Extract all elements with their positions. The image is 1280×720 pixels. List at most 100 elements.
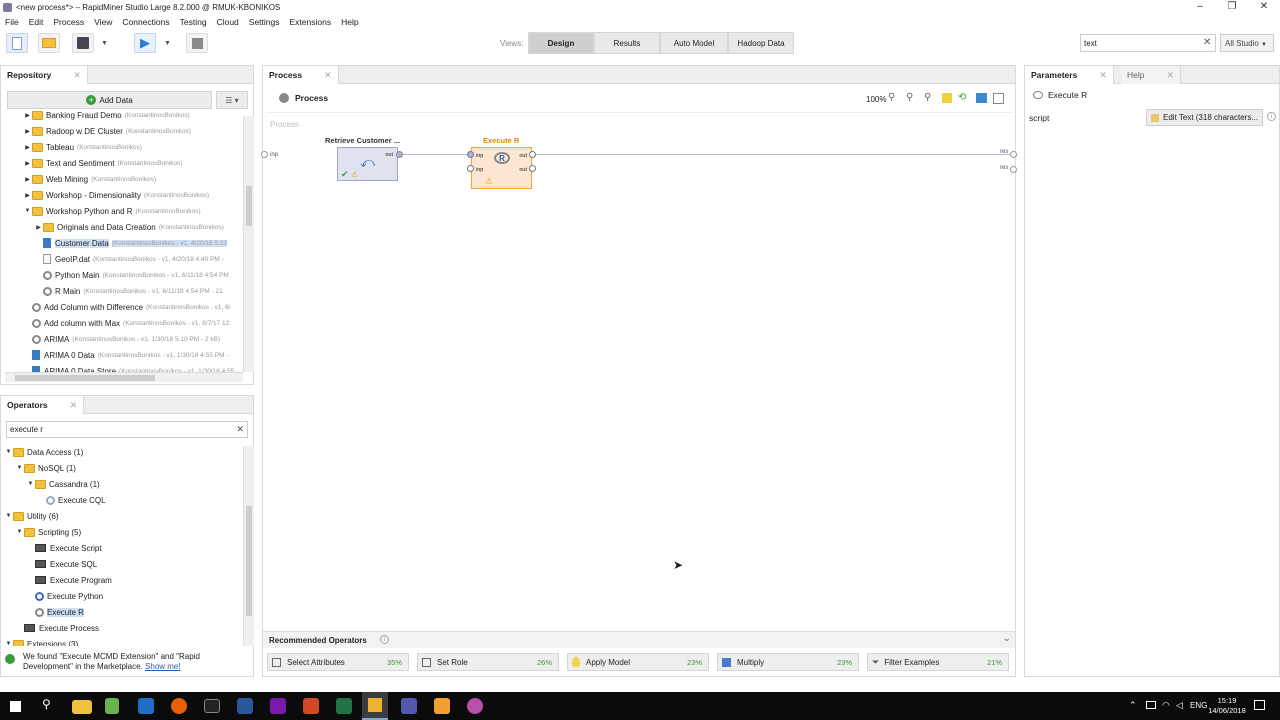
network-icon[interactable]: [1146, 701, 1156, 709]
app-icon[interactable]: [434, 698, 450, 714]
operator-tree-item[interactable]: Execute Script: [4, 540, 242, 556]
menu-testing[interactable]: Testing: [175, 15, 212, 29]
op-execute-r-inp-port-2[interactable]: [467, 165, 474, 172]
terminal-icon[interactable]: [204, 699, 220, 713]
tab-operators[interactable]: Operators ✕: [1, 396, 85, 414]
operator-tree-item[interactable]: ▼ Cassandra (1): [4, 476, 242, 492]
repository-item[interactable]: ARIMA (KonstantinosBonikos - v1, 1/30/18 …: [4, 331, 242, 347]
menu-connections[interactable]: Connections: [117, 15, 174, 29]
notepad-icon[interactable]: [105, 698, 119, 714]
repository-scrollbar[interactable]: [243, 116, 254, 372]
menu-process[interactable]: Process: [48, 15, 89, 29]
repository-item[interactable]: ▶ Text and Sentiment (KonstantinosBonikos): [4, 155, 242, 171]
recommended-item-apply-model[interactable]: Apply Model 23%: [567, 653, 709, 671]
collapse-arrow-icon[interactable]: ▼: [23, 208, 32, 214]
teams-icon[interactable]: [401, 698, 417, 714]
repository-item[interactable]: ARIMA 0 Data Store (KonstantinosBonikos -…: [4, 363, 242, 372]
clear-search-icon[interactable]: ✕: [236, 424, 244, 435]
auto-wire-icon[interactable]: ⟲: [958, 92, 970, 104]
save-icon[interactable]: [72, 33, 94, 53]
file-explorer-icon[interactable]: [72, 700, 92, 714]
expand-icon[interactable]: [993, 93, 1004, 104]
collapse-arrow-icon[interactable]: ▼: [26, 481, 35, 487]
repository-item[interactable]: Python Main (KonstantinosBonikos - v1, 6/…: [4, 267, 242, 283]
operator-tree-item[interactable]: Execute Program: [4, 572, 242, 588]
repository-hscrollbar[interactable]: [5, 372, 243, 382]
zoom-in-icon[interactable]: ⚲: [888, 92, 900, 104]
wifi-icon[interactable]: ◠: [1162, 700, 1170, 711]
close-icon[interactable]: ✕: [1248, 0, 1280, 15]
rapidminer-taskbar-icon[interactable]: [362, 692, 388, 720]
process-canvas[interactable]: [266, 112, 1014, 629]
run-icon[interactable]: ▶: [134, 33, 156, 53]
connection-line[interactable]: [402, 154, 472, 155]
operator-tree-item[interactable]: Execute Python: [4, 588, 242, 604]
repository-item[interactable]: ▶ Originals and Data Creation (Konstantino…: [4, 219, 242, 235]
clock-date[interactable]: 14/06/2018: [1200, 706, 1254, 715]
clear-search-icon[interactable]: ✕: [1203, 37, 1211, 48]
repository-item[interactable]: Customer Data (KonstantinosBonikos - v1, …: [4, 235, 242, 251]
collapse-arrow-icon[interactable]: ▼: [15, 529, 24, 535]
process-input-port[interactable]: [261, 151, 268, 158]
run-dropdown-icon[interactable]: ▼: [164, 40, 171, 47]
repository-item[interactable]: ▶ Radoop w DE Cluster (KonstantinosBonikos…: [4, 123, 242, 139]
excel-icon[interactable]: [336, 698, 352, 714]
repository-item[interactable]: ▶ Tableau (KonstantinosBonikos): [4, 139, 242, 155]
zoom-out-icon[interactable]: ⚲: [906, 92, 918, 104]
menu-settings[interactable]: Settings: [244, 15, 285, 29]
operator-tree-item[interactable]: Execute CQL: [4, 492, 242, 508]
op-execute-r-inp-port[interactable]: [467, 151, 474, 158]
expand-arrow-icon[interactable]: ▶: [23, 176, 32, 183]
powerpoint-icon[interactable]: [303, 698, 319, 714]
add-note-icon[interactable]: [942, 93, 952, 103]
tab-help[interactable]: Help ✕: [1121, 66, 1182, 84]
collapse-chevron-icon[interactable]: ⌄: [1003, 633, 1011, 644]
process-result-port-2[interactable]: [1010, 166, 1017, 173]
operator-tree-item[interactable]: ▼ Extensions (3): [4, 636, 242, 646]
zoom-fit-icon[interactable]: ⚲: [924, 92, 936, 104]
close-icon[interactable]: ✕: [73, 70, 81, 80]
info-icon[interactable]: i: [1267, 112, 1276, 121]
operators-scrollbar[interactable]: [243, 446, 254, 646]
op-execute-r-out-port[interactable]: [529, 151, 536, 158]
repository-item[interactable]: ▶ Banking Fraud Demo (KonstantinosBonikos): [4, 110, 242, 123]
view-design-button[interactable]: Design: [528, 32, 594, 54]
recommended-item-filter-examples[interactable]: ⏷ Filter Examples 21%: [867, 653, 1009, 671]
clock-time[interactable]: 15:19: [1212, 696, 1242, 705]
tab-repository[interactable]: Repository ✕: [1, 66, 88, 84]
operator-tree-item[interactable]: ▼ NoSQL (1): [4, 460, 242, 476]
collapse-arrow-icon[interactable]: ▼: [4, 641, 13, 646]
op-retrieve-out-port[interactable]: [396, 151, 403, 158]
info-icon[interactable]: i: [380, 635, 389, 644]
operator-tree-item[interactable]: ▼ Utility (6): [4, 508, 242, 524]
menu-file[interactable]: File: [0, 15, 24, 29]
menu-cloud[interactable]: Cloud: [212, 15, 244, 29]
settings-icon[interactable]: [467, 698, 483, 714]
firefox-icon[interactable]: [171, 698, 187, 714]
volume-icon[interactable]: ◁: [1176, 700, 1183, 711]
expand-arrow-icon[interactable]: ▶: [23, 160, 32, 167]
outlook-icon[interactable]: [138, 698, 154, 714]
process-result-port[interactable]: [1010, 151, 1017, 158]
expand-arrow-icon[interactable]: ▶: [23, 128, 32, 135]
close-icon[interactable]: ✕: [70, 400, 78, 410]
save-dropdown-icon[interactable]: ▼: [101, 40, 108, 47]
recommended-item-set-role[interactable]: Set Role 26%: [417, 653, 559, 671]
expand-arrow-icon[interactable]: ▶: [23, 144, 32, 151]
operator-tree-item[interactable]: ▼ Scripting (5): [4, 524, 242, 540]
view-hadoop-data-button[interactable]: Hadoop Data: [728, 32, 794, 54]
repository-item[interactable]: ▼ Workshop Python and R (KonstantinosBonik…: [4, 203, 242, 219]
search-scope-dropdown[interactable]: All Studio ▼: [1220, 34, 1274, 52]
repository-item[interactable]: ▶ Workshop - Dimensionality (KonstantinosB…: [4, 187, 242, 203]
recommended-item-multiply[interactable]: Multiply 23%: [717, 653, 859, 671]
menu-extensions[interactable]: Extensions: [285, 15, 337, 29]
connection-line-2[interactable]: [535, 154, 1010, 155]
minimize-icon[interactable]: –: [1184, 0, 1216, 15]
show-me-link[interactable]: Show me!: [145, 662, 181, 671]
tray-chevron-icon[interactable]: ⌃: [1129, 700, 1137, 711]
collapse-arrow-icon[interactable]: ▼: [4, 513, 13, 519]
process-breadcrumb[interactable]: Process: [279, 93, 328, 103]
maximize-icon[interactable]: ❐: [1216, 0, 1248, 15]
repository-item[interactable]: Add Column with Difference (KonstantinosB…: [4, 299, 242, 315]
operator-tree-item[interactable]: Execute R: [4, 604, 242, 620]
